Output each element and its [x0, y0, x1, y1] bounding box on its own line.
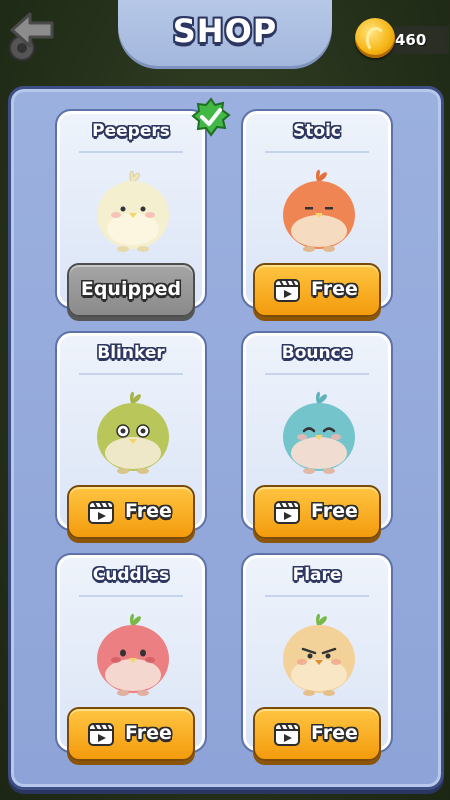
divider: [265, 595, 369, 597]
button-label: Free: [311, 722, 358, 744]
back-button[interactable]: [8, 10, 56, 62]
character-card-flare[interactable]: Flare Free: [241, 553, 393, 761]
coin-count: 460: [395, 31, 427, 49]
character-card-bounce[interactable]: Bounce Free: [241, 331, 393, 539]
divider: [79, 373, 183, 375]
top-bar: SHOP 460: [0, 0, 450, 90]
bird-icon: [283, 391, 355, 474]
divider: [79, 151, 183, 153]
page-title: SHOP: [172, 12, 278, 50]
video-icon: [274, 501, 300, 524]
character-name: Peepers: [92, 121, 170, 141]
character-card-stoic[interactable]: Stoic Free: [241, 109, 393, 317]
checkmark-badge-icon: [191, 97, 231, 137]
button-label: Equipped: [80, 278, 182, 300]
bird-icon: [283, 169, 355, 252]
video-icon: [88, 501, 114, 524]
bird-icon: [97, 613, 169, 696]
divider: [79, 595, 183, 597]
video-icon: [274, 279, 300, 302]
free-button[interactable]: Free: [67, 485, 195, 539]
character-card-peepers[interactable]: Peepers Equipped: [55, 97, 231, 317]
equipped-button[interactable]: Equipped: [67, 263, 195, 317]
coin-counter: 460: [345, 18, 449, 58]
button-label: Free: [311, 278, 358, 300]
title-tab: SHOP: [118, 0, 332, 66]
character-card-blinker[interactable]: Blinker Free: [55, 331, 207, 539]
character-name: Stoic: [293, 121, 341, 141]
button-label: Free: [311, 500, 358, 522]
bird-icon: [97, 170, 169, 252]
free-button[interactable]: Free: [253, 707, 381, 761]
character-name: Flare: [292, 565, 342, 585]
character-name: Cuddles: [92, 565, 170, 585]
button-label: Free: [125, 500, 172, 522]
character-card-cuddles[interactable]: Cuddles Free: [55, 553, 207, 761]
back-arrow-icon: [10, 12, 54, 48]
character-name: Blinker: [97, 343, 165, 363]
shop-panel: Peepers Equipped Stoic Free Blinker Free…: [8, 86, 444, 790]
divider: [265, 151, 369, 153]
video-icon: [274, 723, 300, 746]
coin-icon: [355, 18, 395, 58]
free-button[interactable]: Free: [253, 263, 381, 317]
character-name: Bounce: [281, 343, 353, 363]
bird-icon: [283, 613, 355, 696]
button-label: Free: [125, 722, 172, 744]
bird-icon: [97, 391, 169, 474]
video-icon: [88, 723, 114, 746]
free-button[interactable]: Free: [67, 707, 195, 761]
divider: [265, 373, 369, 375]
free-button[interactable]: Free: [253, 485, 381, 539]
